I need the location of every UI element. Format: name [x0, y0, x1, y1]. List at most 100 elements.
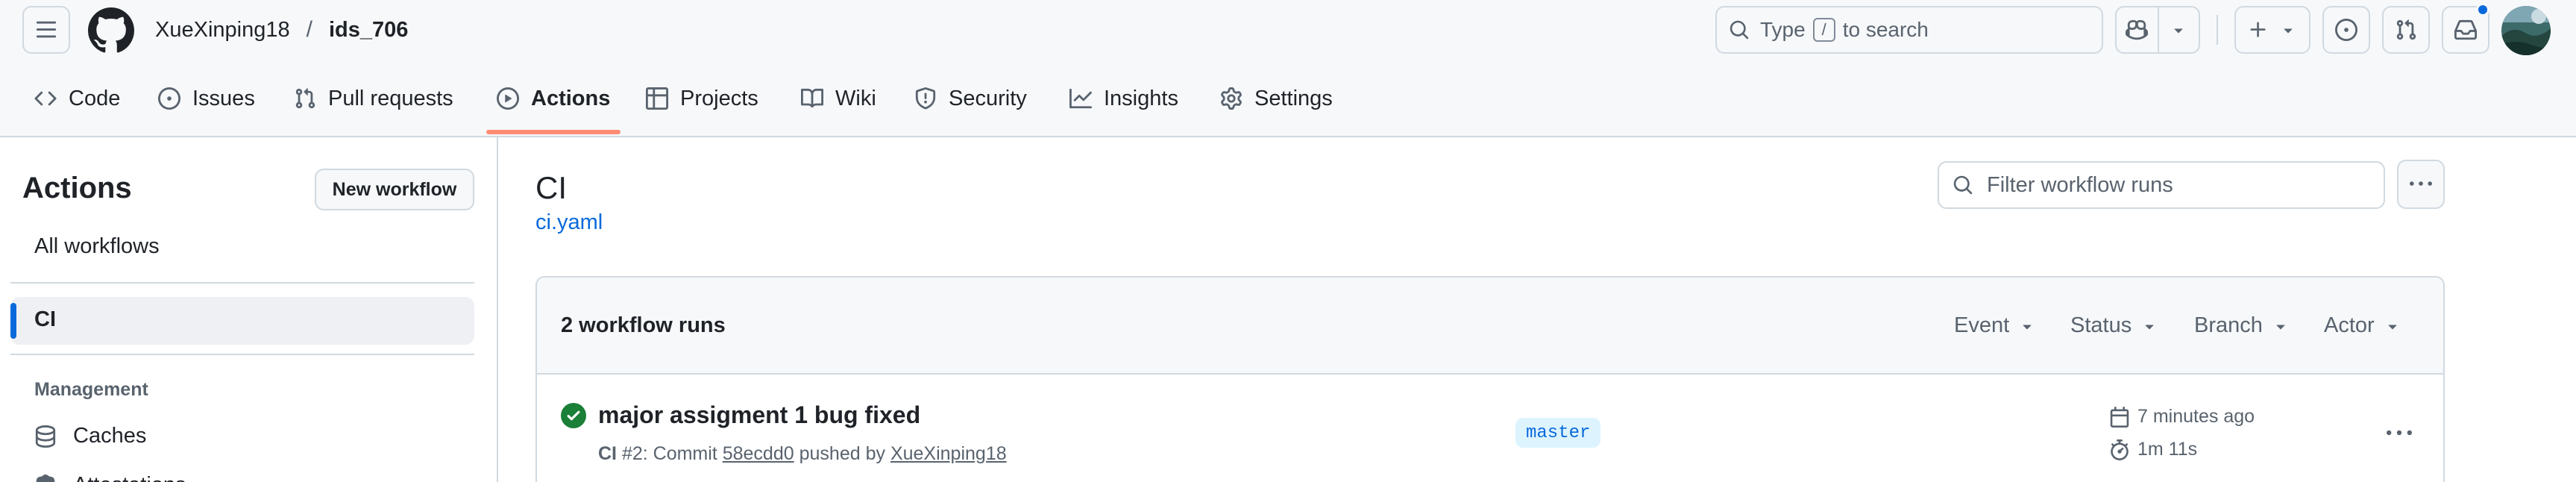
github-logo-icon[interactable]	[88, 7, 134, 54]
plus-icon	[2250, 22, 2266, 37]
breadcrumb: XueXinping18 / ids_706	[155, 15, 408, 45]
stopwatch-icon	[2111, 439, 2129, 460]
tab-label: Settings	[1254, 86, 1333, 110]
tab-label: Code	[69, 86, 121, 110]
search-prefix: Type	[1760, 18, 1806, 41]
filter-label: Event	[1954, 313, 2010, 337]
filter-runs-input[interactable]: Filter workflow runs	[1938, 161, 2385, 209]
triangle-down-icon	[2284, 28, 2293, 34]
kebab-horizontal-icon	[2410, 181, 2432, 186]
sidebar-item-label: CI	[34, 307, 56, 331]
tab-label: Pull requests	[328, 86, 453, 110]
tab-projects[interactable]: Projects	[646, 60, 758, 137]
issues-button[interactable]	[2322, 6, 2370, 54]
git-pull-request-icon	[2396, 19, 2416, 40]
sidebar-item-ci[interactable]	[10, 297, 474, 345]
triangle-down-icon	[2145, 325, 2154, 329]
code-icon	[34, 91, 57, 106]
copilot-button-group	[2115, 6, 2200, 54]
git-pull-request-icon	[295, 88, 315, 109]
tab-actions[interactable]: Actions	[497, 60, 610, 137]
run-menu-button[interactable]	[2387, 421, 2412, 446]
workflow-menu-button[interactable]	[2397, 160, 2445, 209]
tab-issues[interactable]: Issues	[158, 60, 255, 137]
shield-icon	[915, 87, 936, 110]
tab-settings[interactable]: Settings	[1220, 60, 1333, 137]
workflow-file-link[interactable]: ci.yaml	[535, 210, 603, 235]
sidebar-title: Actions	[22, 172, 132, 204]
filter-label: Actor	[2324, 313, 2375, 337]
issue-opened-icon	[158, 87, 180, 110]
database-icon	[35, 425, 56, 448]
search-shortcut-key: /	[1812, 18, 1835, 42]
new-workflow-button[interactable]: New workflow	[315, 169, 474, 210]
hamburger-icon	[36, 21, 57, 38]
workflow-run-row[interactable]: major assigment 1 bug fixed CI #2: Commi…	[537, 376, 2443, 482]
triangle-down-icon	[2023, 325, 2032, 329]
sidebar-item-attestations[interactable]: Attestations	[34, 473, 186, 482]
actions-sidebar: Actions New workflow All workflows CI Ma…	[0, 137, 498, 482]
sidebar-item-label: Caches	[73, 424, 147, 448]
create-new-button[interactable]	[2234, 6, 2310, 54]
graph-icon	[1069, 88, 1092, 109]
copilot-menu-button[interactable]	[2157, 7, 2199, 52]
event-filter[interactable]: Event	[1954, 313, 2036, 338]
active-item-indicator	[10, 303, 16, 339]
tab-wiki[interactable]: Wiki	[801, 60, 876, 137]
commit-link[interactable]: 58ecdd0	[723, 443, 794, 464]
runs-count: 2 workflow runs	[561, 313, 726, 337]
status-filter[interactable]: Status	[2070, 313, 2158, 338]
sidebar-item-all-workflows[interactable]: All workflows	[34, 234, 160, 259]
notification-indicator	[2476, 3, 2489, 16]
tab-pull-requests[interactable]: Pull requests	[294, 60, 453, 137]
run-duration: 1m 11s	[2109, 439, 2197, 460]
tab-code[interactable]: Code	[34, 60, 120, 137]
search-icon	[1953, 175, 1973, 195]
tab-label: Actions	[531, 86, 611, 110]
avatar[interactable]	[2501, 6, 2551, 55]
global-header: XueXinping18 / ids_706 Type / to search	[0, 0, 2576, 60]
search-suffix: to search	[1842, 18, 1929, 41]
sidebar-section-heading: Management	[34, 379, 148, 400]
tab-label: Wiki	[835, 86, 876, 110]
runs-header: 2 workflow runs Event Status Branch Acto…	[537, 278, 2443, 375]
header-divider	[2217, 15, 2218, 45]
sidebar-divider	[10, 282, 474, 284]
filter-placeholder: Filter workflow runs	[1987, 172, 2173, 197]
triangle-down-icon	[2175, 28, 2183, 34]
book-icon	[801, 88, 823, 108]
sidebar-item-label: Attestations	[73, 473, 186, 482]
breadcrumb-separator: /	[306, 17, 312, 42]
branch-badge[interactable]: master	[1515, 418, 1601, 448]
filter-label: Branch	[2194, 313, 2263, 337]
run-timestamp: 7 minutes ago	[2109, 406, 2255, 428]
copilot-icon	[2126, 19, 2149, 40]
sidebar-item-caches[interactable]: Caches	[34, 424, 146, 448]
branch-filter[interactable]: Branch	[2194, 313, 2290, 338]
author-link[interactable]: XueXinping18	[890, 443, 1007, 464]
breadcrumb-owner[interactable]: XueXinping18	[155, 18, 290, 43]
run-title[interactable]: major assigment 1 bug fixed	[598, 401, 920, 429]
run-workflow-name: CI	[598, 443, 617, 464]
triangle-down-icon	[2276, 325, 2285, 329]
filter-label: Status	[2070, 313, 2132, 337]
menu-button[interactable]	[22, 6, 70, 54]
run-number: #2: Commit	[621, 443, 717, 464]
check-circle-fill-icon	[561, 403, 586, 428]
tab-insights[interactable]: Insights	[1069, 60, 1178, 137]
breadcrumb-repo[interactable]: ids_706	[329, 18, 408, 43]
kebab-horizontal-icon	[2387, 430, 2412, 436]
actor-filter[interactable]: Actor	[2324, 313, 2401, 338]
tab-security[interactable]: Security	[914, 60, 1027, 137]
tab-label: Insights	[1104, 86, 1178, 110]
inbox-icon	[2454, 19, 2477, 40]
pull-requests-button[interactable]	[2382, 6, 2430, 54]
run-pushed-by: pushed by	[799, 443, 885, 464]
triangle-down-icon	[2388, 325, 2397, 329]
tab-label: Projects	[680, 86, 758, 110]
search-input[interactable]: Type / to search	[1715, 6, 2103, 54]
copilot-button[interactable]	[2117, 7, 2158, 52]
repo-nav: Code Issues Pull requests Actions Projec…	[0, 60, 2576, 137]
search-icon	[1730, 20, 1749, 40]
tab-label: Security	[949, 86, 1027, 110]
